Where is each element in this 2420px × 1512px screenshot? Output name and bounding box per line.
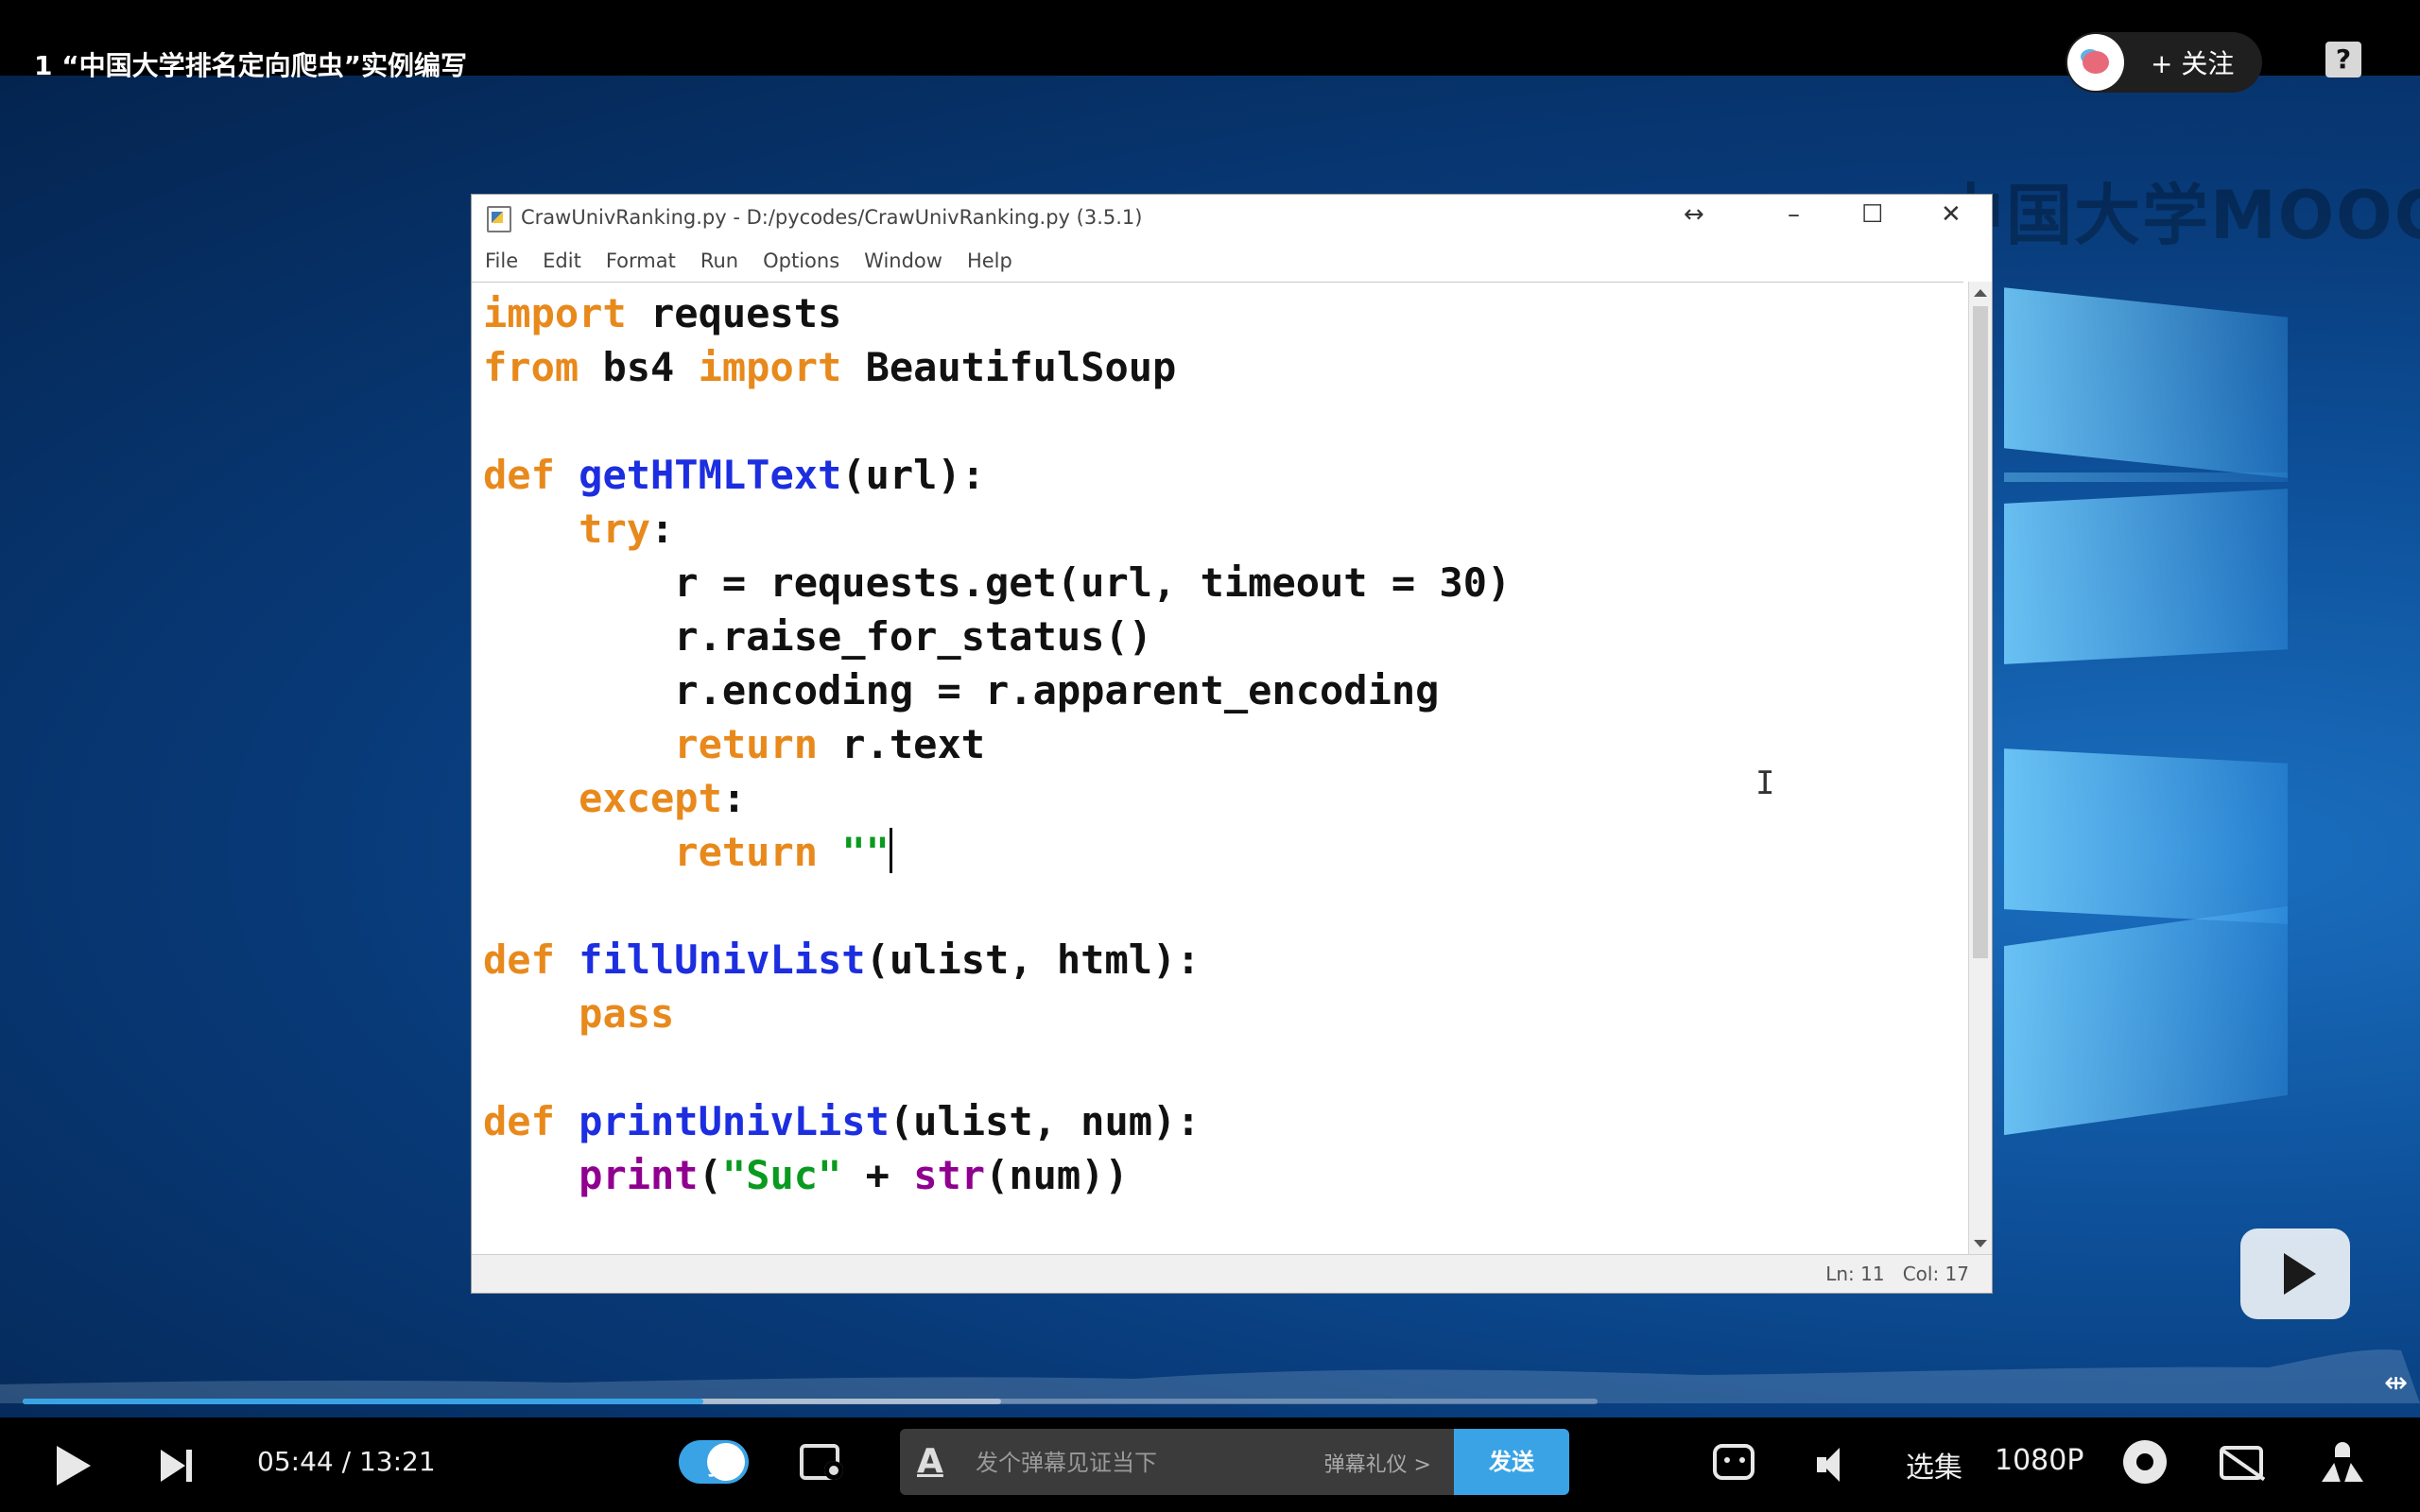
follow-button[interactable]: + 关注 [2066,32,2262,93]
send-danmu-button[interactable]: 发送 [1454,1429,1569,1495]
played-bar[interactable] [23,1399,703,1404]
help-icon[interactable]: ? [2325,42,2361,77]
scrollbar-thumb[interactable] [1973,306,1988,958]
resize-cursor-icon: ↔ [1684,200,1704,229]
window-title: CrawUnivRanking.py - D:/pycodes/CrawUniv… [521,206,1143,229]
ai-assistant-icon[interactable] [1713,1444,1754,1480]
minimize-button[interactable]: – [1788,200,1800,229]
duration: 13:21 [358,1446,436,1477]
wallpaper-light-beam [2004,287,2288,478]
danmu-etiquette-link[interactable]: 弹幕礼仪 > [1324,1448,1431,1478]
status-col: Col: 17 [1902,1263,1969,1285]
status-line: Ln: 11 [1825,1263,1885,1285]
maximize-button[interactable]: ☐ [1861,200,1883,229]
picture-in-picture-off-icon[interactable] [2220,1446,2263,1480]
time-display: 05:44 / 13:21 [257,1446,436,1477]
play-icon[interactable] [57,1446,91,1486]
idle-editor-window: CrawUnivRanking.py - D:/pycodes/CrawUniv… [471,194,1993,1294]
time-separator: / [341,1446,352,1477]
menu-window[interactable]: Window [864,240,942,282]
volume-icon[interactable] [1817,1448,1855,1482]
window-titlebar[interactable]: CrawUnivRanking.py - D:/pycodes/CrawUniv… [472,195,1992,240]
wallpaper-light-beam [2004,748,2288,924]
menu-help[interactable]: Help [967,240,1012,282]
menu-run[interactable]: Run [700,240,738,282]
status-bar: Ln: 11 Col: 17 [472,1254,1992,1293]
danmu-style-icon[interactable]: A [917,1442,943,1481]
next-episode-icon[interactable] [161,1448,193,1484]
close-button[interactable]: ✕ [1941,200,1962,229]
player-controls: 05:44 / 13:21 弹 A 弹幕礼仪 > 发送 选集 1080P [0,1418,2420,1512]
video-title: 1 “中国大学排名定向爬虫”实例编写 [34,50,468,81]
menu-edit[interactable]: Edit [543,240,581,282]
wallpaper-light-beam [2004,472,2288,482]
menu-bar: File Edit Format Run Options Window Help [472,240,2005,282]
cursor-position: Ln: 11 Col: 17 [1825,1263,1969,1285]
wallpaper-light-beam [2004,905,2288,1136]
mooc-watermark: 中国大学MOOC [1938,177,2420,254]
danmu-toggle[interactable]: 弹 [679,1440,749,1484]
expand-waveform-icon[interactable]: ⇹ [2384,1366,2408,1400]
danmu-input-box: A 弹幕礼仪 > [900,1429,1454,1497]
gear-icon[interactable] [2123,1440,2167,1484]
follow-label: + 关注 [2151,48,2235,79]
text-cursor-icon: I [1755,765,1775,802]
danmu-input[interactable] [974,1429,1261,1497]
code-text[interactable]: import requests from bs4 import Beautifu… [472,283,1963,1202]
fullscreen-icon[interactable] [2322,1442,2363,1484]
danmu-toggle-label: 弹 [707,1453,730,1480]
menu-format[interactable]: Format [606,240,676,282]
episodes-button[interactable]: 选集 [1906,1444,1962,1486]
menu-file[interactable]: File [485,240,518,282]
wallpaper-light-beam [2004,489,2288,664]
heat-waveform [0,1349,2420,1403]
vertical-scrollbar[interactable] [1968,282,1992,1255]
python-file-icon [487,206,511,232]
danmu-settings-icon[interactable] [800,1444,845,1484]
uploader-avatar[interactable] [2067,34,2124,91]
menu-options[interactable]: Options [763,240,839,282]
code-editor[interactable]: import requests from bs4 import Beautifu… [472,282,1963,1256]
progress-track[interactable] [23,1399,1598,1404]
scroll-up-icon[interactable] [1974,289,1987,297]
bilibili-tv-icon[interactable] [2240,1228,2350,1319]
top-bar: 1 “中国大学排名定向爬虫”实例编写 + 关注 ? [0,0,2420,93]
scroll-down-icon[interactable] [1974,1240,1987,1247]
current-time: 05:44 [257,1446,334,1477]
quality-button[interactable]: 1080P [1995,1444,2083,1477]
